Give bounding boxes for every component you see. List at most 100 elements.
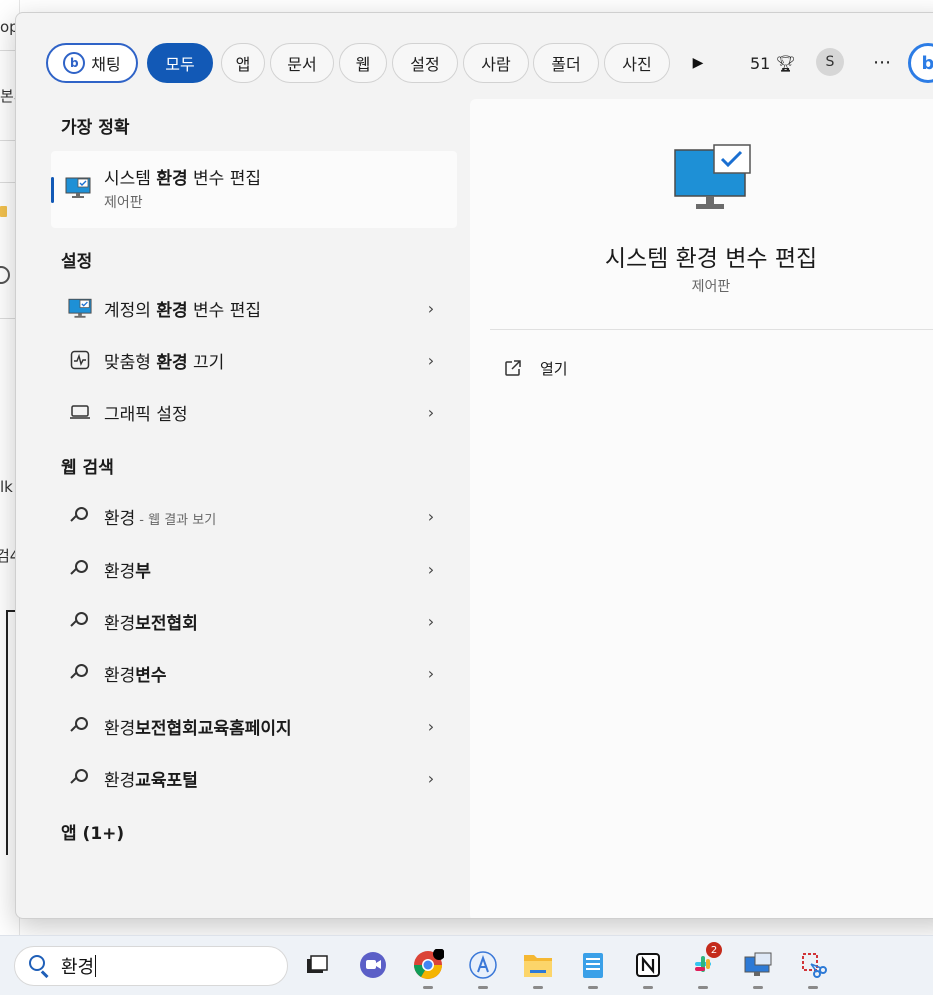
notion-icon[interactable] <box>631 948 665 989</box>
slack-icon[interactable]: 2 <box>686 942 722 989</box>
apps-heading[interactable]: 앱 (1+) <box>61 819 124 844</box>
search-icon <box>65 717 95 735</box>
web-item[interactable]: 환경변수 › <box>51 648 457 698</box>
preview-divider <box>490 329 933 330</box>
setting-item-graphics[interactable]: 그래픽 설정 › <box>51 387 457 437</box>
chevron-right-icon: › <box>427 716 435 736</box>
filter-documents[interactable]: 문서 <box>270 43 334 83</box>
filter-folders[interactable]: 폴더 <box>533 43 599 83</box>
chevron-right-icon: › <box>427 298 435 318</box>
best-match-heading: 가장 정확 <box>61 118 130 138</box>
setting-item-account-env-vars[interactable]: 계정의 환경 변수 편집 › <box>51 283 457 333</box>
notepad-icon[interactable] <box>576 948 610 989</box>
open-external-icon <box>505 360 521 376</box>
chevron-right-icon: › <box>427 663 435 683</box>
filter-settings[interactable]: 설정 <box>392 43 458 83</box>
filter-photos[interactable]: 사진 <box>604 43 670 83</box>
web-item[interactable]: 환경부 › <box>51 544 457 594</box>
preview-pane: 시스템 환경 변수 편집 제어판 열기 <box>470 99 933 918</box>
web-item-label: 환경부 <box>104 557 421 582</box>
filter-people[interactable]: 사람 <box>463 43 529 83</box>
label-suffix: - 웹 결과 보기 <box>139 512 217 528</box>
circle-icon <box>0 266 10 284</box>
best-match-title-pre: 시스템 <box>104 169 157 189</box>
search-icon <box>65 664 95 682</box>
web-item[interactable]: 환경보전협회교육홈페이지 › <box>51 701 457 751</box>
results-list: 가장 정확 시스템 환경 변수 편집 제어판 설정 계정의 환경 변수 편집 ›… <box>49 99 459 899</box>
label-bold: 보전협회교육홈페이지 <box>135 718 292 739</box>
web-item-label: 환경 - 웹 결과 보기 <box>104 504 421 529</box>
text-caret <box>95 955 97 977</box>
taskbar-search-box[interactable]: 환경 <box>14 946 288 986</box>
label-bold: 부 <box>135 561 151 582</box>
search-query[interactable]: 환경 <box>61 953 94 979</box>
more-options-icon[interactable]: ⋯ <box>868 48 896 76</box>
filter-settings-label: 설정 <box>410 55 440 74</box>
teams-chat-icon[interactable] <box>356 948 390 982</box>
filter-apps[interactable]: 앱 <box>221 43 265 83</box>
chevron-right-icon: › <box>427 350 435 370</box>
best-match-item[interactable]: 시스템 환경 변수 편집 제어판 <box>51 151 457 228</box>
setting-item-tailored-experience[interactable]: 맞춤형 환경 끄기 › <box>51 335 457 385</box>
app-store-icon[interactable] <box>466 948 500 989</box>
task-view-icon[interactable] <box>300 948 334 982</box>
more-filters-play-icon[interactable]: ▶ <box>686 51 710 75</box>
selection-indicator <box>51 177 54 203</box>
bing-chat-icon: b <box>63 52 86 74</box>
search-panel: b 채팅 모두 앱 문서 웹 설정 사람 폴더 사진 ▶ 51 🏆︎ S ⋯ 가… <box>15 12 933 919</box>
open-button[interactable]: 열기 <box>504 355 568 381</box>
search-icon <box>29 955 51 978</box>
activity-icon <box>65 350 95 370</box>
label-bold: 변수 <box>135 665 167 686</box>
search-icon <box>65 769 95 787</box>
system-properties-icon <box>65 177 91 198</box>
best-match-subtitle: 제어판 <box>104 195 143 211</box>
chrome-icon[interactable] <box>411 948 445 989</box>
filter-documents-label: 문서 <box>287 55 317 74</box>
profile-avatar[interactable]: S <box>816 48 844 76</box>
rewards-points[interactable]: 51 🏆︎ <box>750 51 796 75</box>
settings-heading: 설정 <box>61 252 93 272</box>
web-item-label: 환경보전협회 <box>104 609 421 634</box>
label-pre: 환경 <box>104 665 136 686</box>
system-properties-large-icon <box>674 144 751 209</box>
file-explorer-icon[interactable] <box>521 948 555 989</box>
setting-item-label: 맞춤형 환경 끄기 <box>104 348 421 373</box>
preview-subtitle: 제어판 <box>691 279 731 295</box>
search-icon <box>65 560 95 578</box>
label-post: 변수 편집 <box>187 300 261 321</box>
web-item[interactable]: 환경 - 웹 결과 보기 › <box>51 491 457 541</box>
filter-photos-label: 사진 <box>622 55 652 74</box>
points-value: 51 <box>750 53 771 73</box>
web-item[interactable]: 환경보전협회 › <box>51 596 457 646</box>
best-match-title-post: 변수 편집 <box>187 169 261 189</box>
label-bold: 환경 <box>156 300 188 321</box>
account-env-icon <box>65 298 95 319</box>
filter-bar: b 채팅 모두 앱 문서 웹 설정 사람 폴더 사진 ▶ 51 🏆︎ S ⋯ <box>46 43 933 83</box>
best-match-title: 시스템 환경 변수 편집 <box>104 164 261 189</box>
chevron-right-icon: › <box>427 559 435 579</box>
web-item-label: 환경보전협회교육홈페이지 <box>104 714 421 739</box>
label-pre: 그래픽 설정 <box>104 404 188 425</box>
label-post: 끄기 <box>187 352 225 373</box>
bing-icon[interactable]: b <box>908 43 933 83</box>
background-text: lk <box>0 478 13 496</box>
search-icon <box>65 507 95 525</box>
chevron-right-icon: › <box>427 402 435 422</box>
remote-desktop-icon[interactable] <box>741 948 775 989</box>
chevron-right-icon: › <box>427 611 435 631</box>
filter-web[interactable]: 웹 <box>339 43 387 83</box>
chat-label: 채팅 <box>91 55 121 74</box>
label-pre: 환경 <box>104 508 136 529</box>
setting-item-label: 그래픽 설정 <box>104 400 421 425</box>
notification-badge: 2 <box>706 942 722 958</box>
label-pre: 환경 <box>104 561 136 582</box>
snipping-tool-icon[interactable] <box>796 948 830 989</box>
label-pre: 환경 <box>104 770 136 791</box>
web-item[interactable]: 환경교육포털 › <box>51 753 457 803</box>
label-pre: 환경 <box>104 613 136 634</box>
filter-people-label: 사람 <box>481 55 511 74</box>
folder-icon <box>0 206 7 217</box>
filter-all[interactable]: 모두 <box>147 43 213 83</box>
chat-filter-button[interactable]: b 채팅 <box>46 43 138 83</box>
